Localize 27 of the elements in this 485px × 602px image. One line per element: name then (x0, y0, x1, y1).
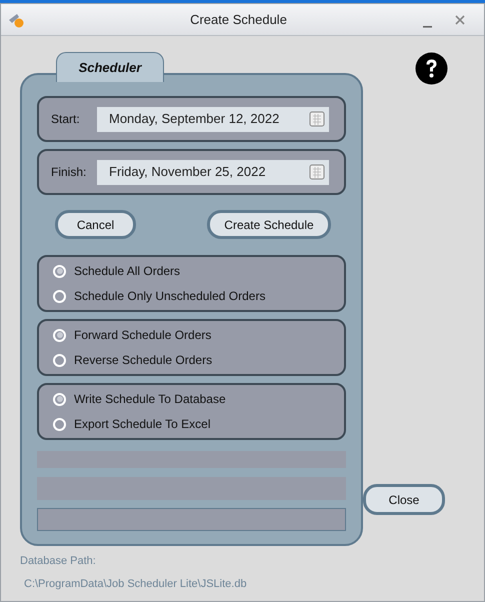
help-icon[interactable] (415, 52, 448, 85)
date-field[interactable]: Monday, September 12, 2022 (97, 106, 329, 132)
database-path-label: Database Path: (20, 554, 97, 569)
radio-button[interactable] (53, 392, 66, 406)
close-button[interactable]: Close (363, 484, 445, 515)
scheduler-tab[interactable]: Scheduler (56, 52, 164, 82)
radio-option[interactable]: Reverse Schedule Orders (53, 352, 344, 368)
create-schedule-button[interactable]: Create Schedule (207, 210, 331, 239)
radio-button[interactable] (53, 328, 66, 342)
calendar-icon[interactable] (309, 164, 325, 180)
cancel-button[interactable]: Cancel (55, 210, 136, 239)
calendar-icon[interactable] (309, 111, 325, 127)
radio-option[interactable]: Write Schedule To Database (53, 390, 344, 408)
radio-button[interactable] (53, 290, 66, 302)
date-label: Finish: (51, 164, 88, 181)
close-icon[interactable] (454, 14, 466, 26)
radio-button[interactable] (53, 264, 66, 278)
radio-option[interactable]: Forward Schedule Orders (53, 326, 344, 344)
radio-button[interactable] (53, 354, 66, 366)
radio-button[interactable] (53, 418, 66, 430)
radio-option[interactable]: Schedule All Orders (53, 262, 344, 280)
database-path: C:\ProgramData\Job Scheduler Lite\JSLite.db (24, 576, 248, 592)
date-label: Start: (51, 111, 81, 128)
radio-option[interactable]: Export Schedule To Excel (53, 416, 344, 432)
radio-option[interactable]: Schedule Only Unscheduled Orders (53, 288, 344, 304)
date-field[interactable]: Friday, November 25, 2022 (97, 160, 329, 184)
window-title: Create Schedule (189, 10, 288, 29)
